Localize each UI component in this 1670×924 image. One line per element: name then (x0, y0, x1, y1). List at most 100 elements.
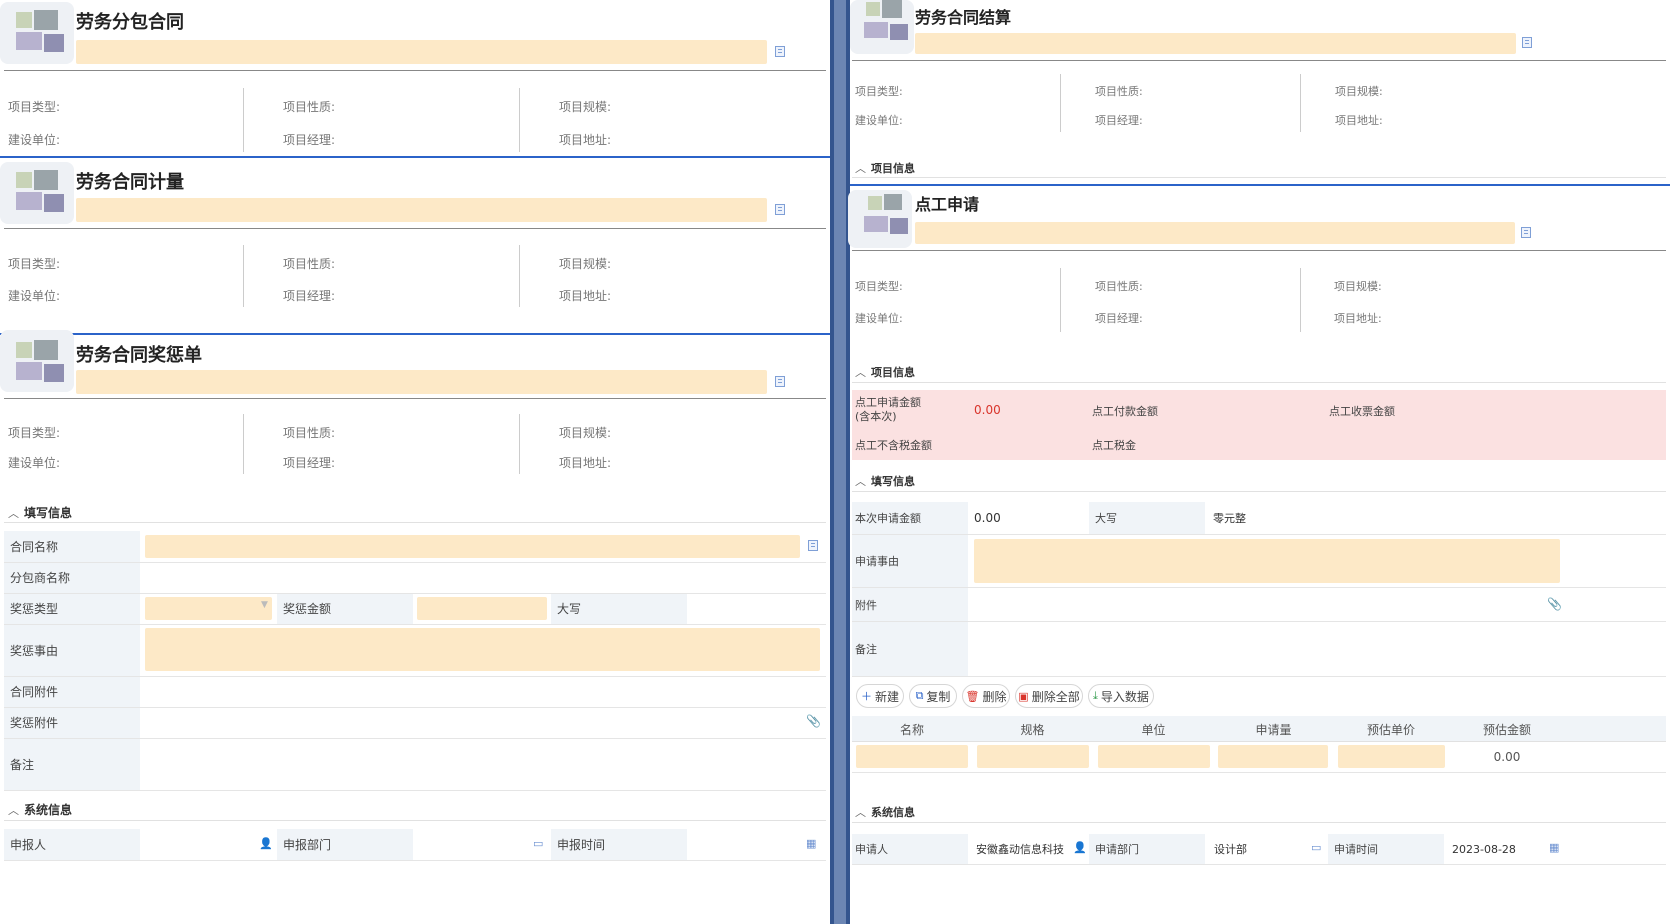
grid-line (4, 676, 826, 677)
reward-type-select[interactable] (145, 597, 272, 620)
company-logo (850, 0, 914, 54)
project-type-label: 项目类型: (855, 280, 903, 293)
contract-name-input[interactable] (145, 535, 800, 558)
remark-label: 备注 (4, 738, 140, 790)
meta-separator (1300, 74, 1301, 132)
calculator-icon[interactable] (808, 540, 818, 551)
delete-button[interactable]: 🗑 删除 (962, 684, 1010, 708)
reward-selector-input[interactable] (76, 370, 767, 394)
subcontract-selector-input[interactable] (76, 40, 767, 64)
project-info-title: 项目信息 (871, 366, 915, 379)
header-divider (852, 60, 1666, 61)
meta-separator (519, 414, 520, 474)
delete-all-button[interactable]: ▣ 删除全部 (1015, 684, 1083, 708)
reward-reason-textarea[interactable] (145, 628, 820, 671)
row-name-input[interactable] (856, 745, 968, 768)
this-amount-label: 本次申请金额 (852, 502, 968, 534)
calendar-icon[interactable]: ▦ (806, 837, 816, 850)
reward-type-label: 奖惩类型 (4, 593, 140, 624)
spot-labor-selector-input[interactable] (915, 222, 1515, 244)
grid-line (4, 593, 826, 594)
grid-line (852, 864, 1666, 865)
grid-line (852, 587, 1666, 588)
calculator-icon[interactable] (775, 46, 785, 57)
project-info-toggle[interactable]: ︿ 项目信息 (855, 364, 915, 380)
tax-label: 点工税金 (1092, 439, 1136, 452)
apply-reason-label: 申请事由 (852, 535, 968, 587)
section-title-spot-labor: 点工申请 (915, 195, 980, 214)
delete-all-button-label: 删除全部 (1031, 689, 1080, 704)
project-manager-label: 项目经理: (1095, 312, 1143, 325)
calculator-icon[interactable] (1521, 227, 1531, 238)
calculator-icon[interactable] (775, 204, 785, 215)
grid-line (4, 624, 826, 625)
paperclip-icon[interactable]: 📎 (806, 714, 821, 728)
col-header-unit: 单位 (1141, 723, 1166, 737)
user-icon[interactable]: 👤 (1073, 841, 1087, 854)
grid-line (4, 562, 826, 563)
section-divider (852, 822, 1666, 823)
fill-info-section-toggle[interactable]: ︿ 填写信息 (8, 504, 72, 521)
trash-icon: 🗑 (965, 689, 980, 703)
uppercase-label: 大写 (551, 593, 687, 624)
contract-attachment-label: 合同附件 (4, 676, 140, 707)
user-icon[interactable]: 👤 (259, 837, 273, 850)
measurement-selector-input[interactable] (76, 198, 767, 222)
fill-info-section-toggle[interactable]: ︿ 填写信息 (855, 473, 915, 489)
calendar-icon[interactable]: ▦ (1549, 841, 1559, 854)
applicant-value: 安徽鑫动信息科技 (976, 843, 1064, 856)
section-divider (4, 522, 826, 523)
row-quantity-input[interactable] (1218, 745, 1328, 768)
company-logo (0, 162, 74, 224)
section-title-measurement: 劳务合同计量 (76, 172, 184, 193)
paperclip-icon[interactable]: 📎 (1547, 597, 1562, 611)
project-scale-label: 项目规模: (1334, 280, 1382, 293)
uppercase-value: 零元整 (1213, 512, 1246, 525)
row-est-price-input[interactable] (1338, 745, 1445, 768)
system-info-section-toggle[interactable]: ︿ 系统信息 (855, 804, 915, 820)
trash-all-icon: ▣ (1018, 689, 1029, 703)
meta-separator (243, 245, 244, 307)
col-header-name: 名称 (899, 723, 924, 737)
new-button[interactable]: ＋新建 (856, 684, 904, 708)
grid-line (852, 772, 1666, 773)
project-nature-label: 项目性质: (283, 257, 336, 271)
copy-button[interactable]: ⧉ 复制 (909, 684, 957, 708)
meta-separator (1060, 268, 1061, 332)
header-divider (852, 250, 1666, 251)
reward-attachment-label: 奖惩附件 (4, 707, 140, 738)
project-nature-label: 项目性质: (283, 426, 336, 440)
apply-amount-label: 点工申请金额 (含本次) (855, 396, 921, 424)
project-manager-label: 项目经理: (283, 133, 336, 147)
settlement-selector-input[interactable] (915, 33, 1516, 54)
chevron-up-icon: ︿ (855, 162, 866, 175)
meta-separator (519, 245, 520, 307)
grid-line (4, 707, 826, 708)
import-button[interactable]: ⤓ 导入数据 (1088, 684, 1154, 708)
section-divider (4, 820, 826, 821)
org-icon[interactable]: ▭ (533, 837, 543, 850)
uppercase-label: 大写 (1089, 502, 1205, 534)
system-info-section-toggle[interactable]: ︿ 系统信息 (8, 801, 72, 818)
reporter-label: 申报人 (4, 829, 140, 860)
project-info-toggle[interactable]: ︿ 项目信息 (855, 160, 915, 176)
calculator-icon[interactable] (1522, 37, 1532, 48)
meta-separator (1060, 74, 1061, 132)
reward-amount-input[interactable] (417, 597, 547, 620)
build-unit-label: 建设单位: (855, 114, 903, 127)
project-manager-label: 项目经理: (283, 456, 336, 470)
project-address-label: 项目地址: (1334, 312, 1382, 325)
calculator-icon[interactable] (775, 376, 785, 387)
grid-line (852, 621, 1666, 622)
system-info-title: 系统信息 (871, 806, 915, 819)
attachment-label: 附件 (852, 588, 968, 621)
contract-name-label: 合同名称 (4, 531, 140, 562)
apply-amount-title: 点工申请金额 (855, 396, 921, 409)
apply-reason-textarea[interactable] (974, 539, 1560, 583)
apply-amount-value: 0.00 (974, 403, 1001, 417)
row-spec-input[interactable] (977, 745, 1089, 768)
project-nature-label: 项目性质: (1095, 85, 1143, 98)
org-icon[interactable]: ▭ (1311, 841, 1321, 854)
row-unit-input[interactable] (1098, 745, 1210, 768)
project-address-label: 项目地址: (559, 289, 612, 303)
